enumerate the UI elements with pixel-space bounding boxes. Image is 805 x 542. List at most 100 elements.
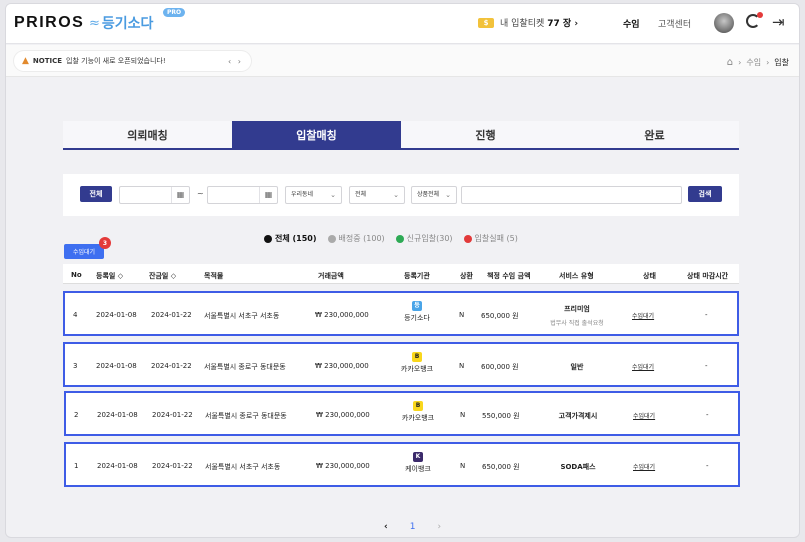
header-service: 서비스 유형 [559, 272, 594, 280]
megaphone-icon: ▲ [22, 56, 29, 66]
legend-dot [264, 234, 272, 243]
calendar-icon[interactable]: ▦ [171, 187, 189, 203]
cell-service: SODA패스 [536, 462, 620, 472]
header-status: 상태 [643, 272, 656, 280]
header-balance-date[interactable]: 잔금일 ◇ [149, 271, 176, 281]
notice-bar: ▲ NOTICE 입찰 기능이 새로 오픈되었습니다! ‹ › ⌂ › 수임 ›… [6, 45, 799, 77]
cell-no: 4 [73, 311, 78, 319]
legend-dot [395, 234, 404, 243]
prev-page-button[interactable]: ‹ [384, 522, 388, 532]
cell-target: 서울특별시 서초구 서초동 [204, 312, 280, 320]
type-select-value: 전체 [355, 191, 367, 198]
cell-deadline: - [705, 362, 708, 370]
legend-new-bid[interactable]: 신규입찰(30) [395, 233, 453, 244]
cell-service-type: 고객가격제시 [558, 412, 598, 420]
header-reg-date[interactable]: 등록일 ◇ [96, 271, 123, 281]
waiting-count-badge: 3 [99, 237, 111, 249]
cell-status-link[interactable]: 수임대기 [633, 411, 655, 420]
type-select[interactable]: 전체 ⌄ [349, 186, 405, 204]
table-header: No 등록일 ◇ 잔금일 ◇ 목적물 거래금액 등록기관 상환 책정 수임 금액… [63, 264, 739, 284]
page-number[interactable]: 1 [410, 522, 416, 532]
region-select[interactable]: 우리동네 ⌄ [285, 186, 342, 204]
search-button[interactable]: 검색 [688, 186, 722, 202]
filter-bar: 전체 ▦ ~ ▦ 우리동네 ⌄ 전체 ⌄ 상품전체 ⌄ 검색 [63, 174, 739, 216]
cell-service-type: SODA패스 [560, 463, 596, 471]
notice-label: NOTICE [32, 57, 63, 65]
tab-complete[interactable]: 완료 [570, 121, 739, 148]
cell-service-type: 프리미엄 [564, 305, 590, 313]
legend-label: 입찰실패 (5) [474, 234, 518, 243]
tab-bid-matching[interactable]: 입찰매칭 [232, 121, 401, 148]
legend-dot [327, 234, 336, 243]
all-button[interactable]: 전체 [80, 186, 112, 202]
ticket-link[interactable]: $ 내 입찰티켓 77 장 › [478, 16, 578, 29]
cell-reg-date: 2024-01-08 [97, 411, 138, 419]
start-date-input[interactable]: ▦ [119, 186, 190, 204]
legend-all[interactable]: 전체 (150) [264, 233, 317, 244]
breadcrumb-current: 입찰 [774, 58, 789, 67]
cell-deadline: - [706, 411, 709, 419]
end-date-input[interactable]: ▦ [207, 186, 278, 204]
date-separator: ~ [197, 189, 204, 198]
nav-income[interactable]: 수임 [623, 17, 640, 30]
waiting-filter-button[interactable]: 수임대기 [64, 244, 104, 259]
table-row[interactable]: 4 2024-01-08 2024-01-22 서울특별시 서초구 서초동 ₩ 230,… [63, 291, 739, 336]
brand-logo[interactable]: PRIROS [14, 14, 84, 32]
notification-dot [757, 12, 763, 18]
nav-support[interactable]: 고객센터 [658, 17, 691, 30]
home-icon[interactable]: ⌂ [727, 57, 733, 68]
cell-repay: N [459, 362, 465, 370]
status-legend: 전체 (150) 배정중 (100) 신규입찰(30) 입찰실패 (5) [264, 233, 529, 244]
tab-in-progress[interactable]: 진행 [401, 121, 570, 148]
region-select-value: 우리동네 [291, 191, 314, 198]
breadcrumb-item[interactable]: 수임 [746, 57, 761, 68]
ticket-count: 77 장 › [547, 19, 579, 29]
cell-reg-date: 2024-01-08 [97, 462, 138, 470]
avatar[interactable] [714, 13, 734, 33]
cell-status-link[interactable]: 수임대기 [632, 362, 654, 371]
chevron-down-icon: ⌄ [445, 191, 451, 199]
calendar-icon[interactable]: ▦ [259, 187, 277, 203]
cell-fee: 650,000 원 [482, 463, 520, 471]
logout-icon[interactable]: ⇥ [772, 13, 785, 31]
search-input[interactable] [461, 186, 682, 204]
breadcrumb-separator: › [766, 58, 770, 67]
legend-assigning[interactable]: 배정중 (100) [327, 233, 385, 244]
cell-amount: ₩ 230,000,000 [315, 311, 369, 319]
cell-amount: ₩ 230,000,000 [315, 362, 369, 370]
chevron-down-icon: ⌄ [330, 191, 336, 199]
table-row[interactable]: 2 2024-01-08 2024-01-22 서울특별시 종로구 동대문동 ₩ 230… [64, 391, 740, 436]
service-logo-text: 등기소다 [101, 16, 154, 32]
product-select[interactable]: 상품전체 ⌄ [411, 186, 457, 204]
chevron-down-icon: ⌄ [393, 191, 399, 199]
legend-label: 전체 (150) [275, 234, 317, 243]
cell-deadline: - [706, 462, 709, 470]
cell-service: 일반 [535, 362, 619, 372]
service-logo[interactable]: ≈ 등기소다 [89, 13, 153, 33]
notice-pill[interactable]: ▲ NOTICE 입찰 기능이 새로 오픈되었습니다! ‹ › [14, 51, 251, 71]
app-window: PRIROS ≈ 등기소다 PRO $ 내 입찰티켓 77 장 › 수임 고객센… [5, 3, 800, 538]
cell-repay: N [460, 411, 466, 419]
cell-balance-date: 2024-01-22 [151, 311, 192, 319]
cell-amount: ₩ 230,000,000 [316, 462, 370, 470]
cell-balance-date: 2024-01-22 [151, 362, 192, 370]
cell-no: 2 [74, 411, 79, 419]
table-row[interactable]: 1 2024-01-08 2024-01-22 서울특별시 서초구 서초동 ₩ 230,… [64, 442, 740, 487]
cell-status-link[interactable]: 수임대기 [633, 462, 655, 471]
tab-request-matching[interactable]: 의뢰매칭 [63, 121, 232, 148]
table-row[interactable]: 3 2024-01-08 2024-01-22 서울특별시 종로구 동대문동 ₩ 230… [63, 342, 739, 387]
next-page-button[interactable]: › [437, 522, 441, 532]
cell-org: B 카카오뱅크 [395, 352, 439, 374]
legend-bid-failed[interactable]: 입찰실패 (5) [463, 233, 518, 244]
cell-fee: 600,000 원 [481, 363, 519, 371]
header-target: 목적물 [204, 272, 224, 280]
ticket-label: 내 입찰티켓 [500, 19, 545, 29]
header-repay: 상환 [460, 272, 473, 280]
cell-status-link[interactable]: 수임대기 [632, 311, 654, 320]
tab-bar: 의뢰매칭 입찰매칭 진행 완료 [63, 121, 739, 150]
cell-no: 3 [73, 362, 78, 370]
header-no: No [71, 271, 82, 279]
cell-fee: 550,000 원 [482, 412, 520, 420]
legend-label: 배정중 (100) [338, 234, 385, 243]
notice-arrows[interactable]: ‹ › [228, 57, 243, 66]
